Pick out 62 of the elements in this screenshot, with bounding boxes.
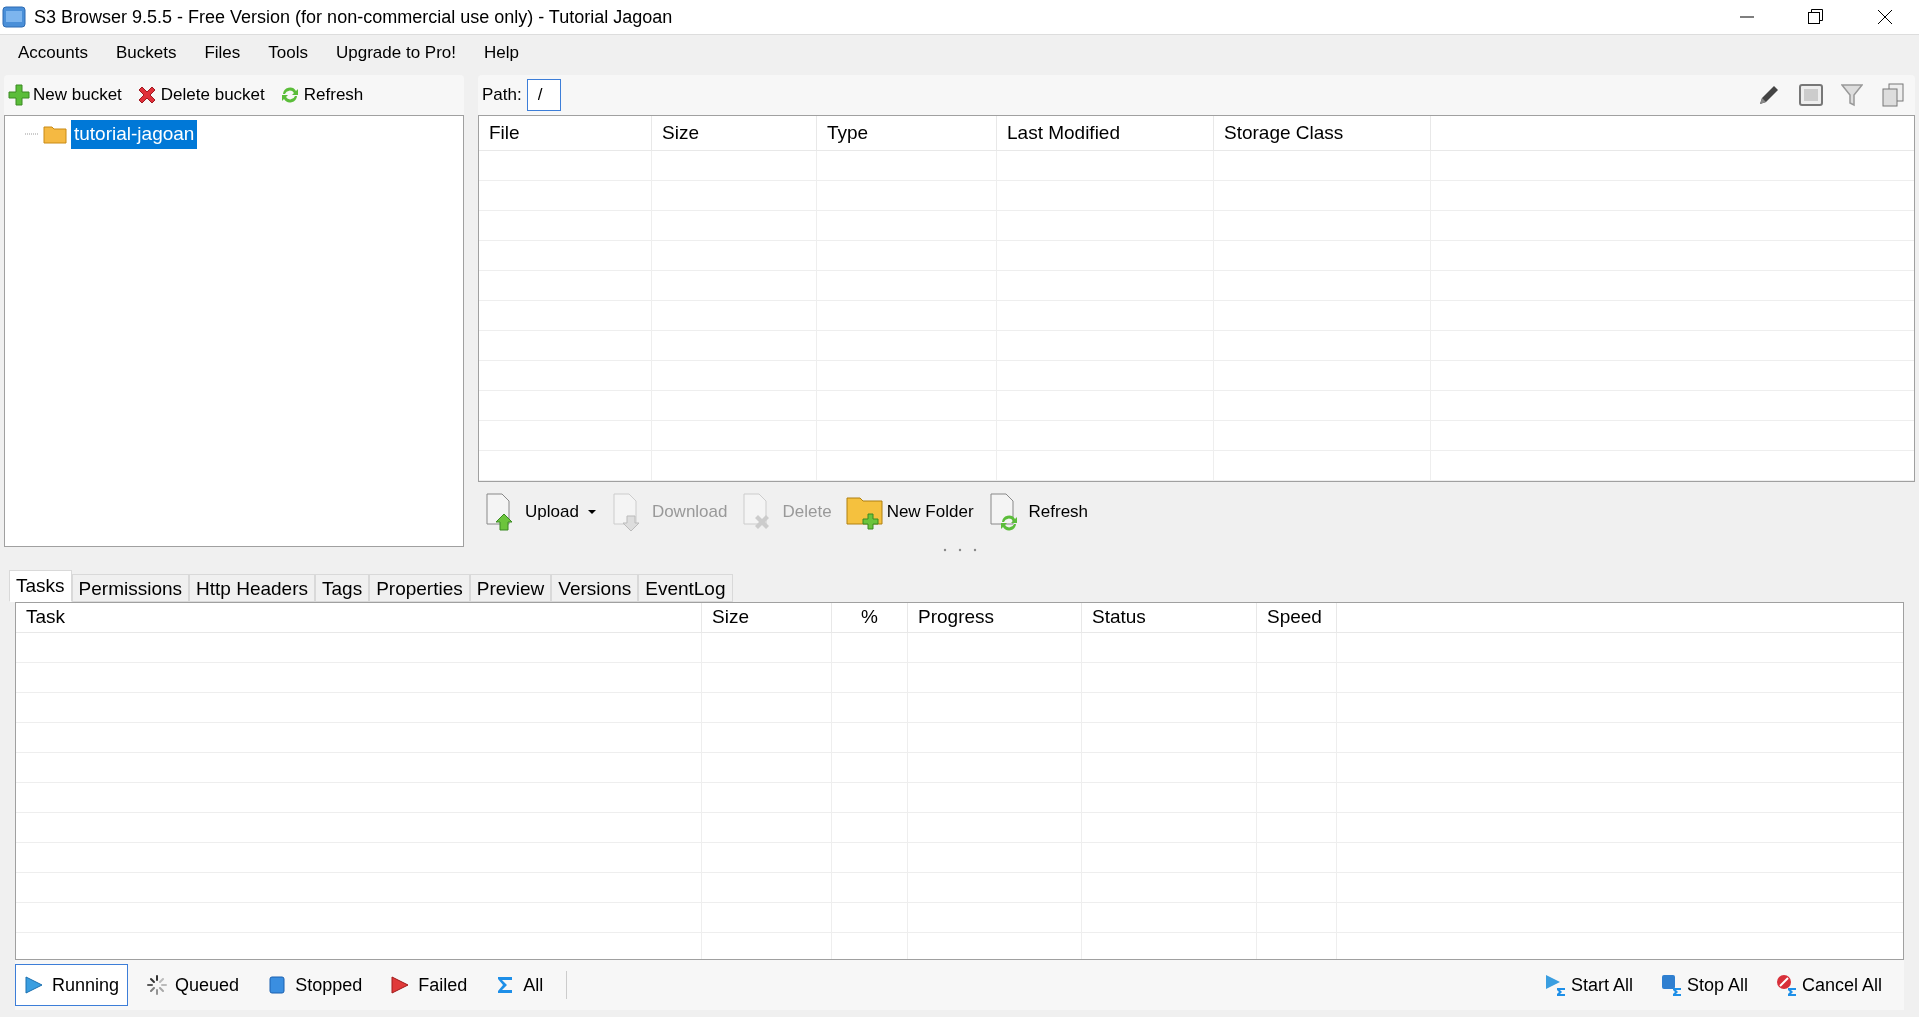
path-label: Path: bbox=[482, 84, 522, 107]
close-icon bbox=[1876, 9, 1893, 25]
column-header[interactable]: Speed bbox=[1257, 603, 1337, 632]
caret-icon bbox=[586, 508, 597, 515]
app-icon bbox=[2, 6, 26, 28]
play-icon bbox=[24, 975, 44, 995]
tab[interactable]: Versions bbox=[551, 574, 639, 602]
tab[interactable]: Properties bbox=[369, 574, 470, 602]
menu-item[interactable]: Help bbox=[474, 35, 529, 71]
tab[interactable]: Tags bbox=[315, 574, 370, 602]
column-header[interactable]: Status bbox=[1082, 603, 1257, 632]
column-header[interactable]: Last Modified bbox=[997, 116, 1214, 150]
cancel-all-button[interactable]: Cancel All bbox=[1775, 971, 1882, 999]
running-filter-button[interactable]: Running bbox=[15, 964, 129, 1006]
path-field[interactable]: / bbox=[526, 79, 561, 111]
menu-item[interactable]: Upgrade to Pro! bbox=[326, 35, 467, 71]
column-header[interactable]: % bbox=[832, 603, 908, 632]
failed-filter-button[interactable]: Failed bbox=[381, 964, 477, 1006]
stop-all-button[interactable]: Stop All bbox=[1660, 971, 1748, 999]
cancel-all-icon bbox=[1775, 973, 1798, 997]
stop-all-icon bbox=[1660, 973, 1683, 997]
start-all-icon bbox=[1544, 973, 1567, 997]
column-header[interactable]: Size bbox=[652, 116, 817, 150]
pencil-icon[interactable] bbox=[1757, 83, 1781, 107]
start-all-button[interactable]: Start All bbox=[1544, 971, 1633, 999]
queued-filter-button[interactable]: Queued bbox=[138, 964, 249, 1006]
tab[interactable]: Preview bbox=[469, 574, 552, 602]
play-icon bbox=[390, 975, 411, 995]
restore-icon bbox=[1807, 9, 1824, 25]
new-bucket-button[interactable]: New bucket bbox=[4, 75, 126, 115]
menu-item[interactable]: Buckets bbox=[105, 35, 187, 71]
spinner-icon bbox=[147, 975, 168, 995]
menu-item[interactable]: Accounts bbox=[8, 35, 98, 71]
stop-icon bbox=[267, 975, 288, 995]
plus-icon bbox=[8, 84, 30, 106]
refresh-button[interactable]: Refresh bbox=[987, 486, 1089, 537]
column-header[interactable]: Type bbox=[817, 116, 997, 150]
delete-bucket-button[interactable]: Delete bucket bbox=[131, 75, 269, 115]
stopped-filter-button[interactable]: Stopped bbox=[258, 964, 372, 1006]
tree-line-icon bbox=[25, 133, 39, 136]
tab[interactable]: Permissions bbox=[71, 574, 190, 602]
window-icon[interactable] bbox=[1799, 84, 1823, 106]
tree-item[interactable]: tutorial-jagoan bbox=[71, 120, 198, 149]
tab[interactable]: Http Headers bbox=[189, 574, 315, 602]
minimize-icon bbox=[1739, 16, 1754, 18]
column-header[interactable]: File bbox=[479, 116, 652, 150]
column-header[interactable]: Progress bbox=[908, 603, 1082, 632]
menu-item[interactable]: Tools bbox=[258, 35, 318, 71]
column-header[interactable]: Storage Class bbox=[1214, 116, 1431, 150]
tab[interactable]: Tasks bbox=[9, 570, 72, 602]
folder-icon bbox=[43, 124, 67, 145]
filter-icon[interactable] bbox=[1841, 83, 1863, 107]
tab[interactable]: EventLog bbox=[638, 574, 733, 602]
window-title: S3 Browser 9.5.5 - Free Version (for non-commercial use only) - Tutorial Jagoan bbox=[34, 5, 673, 29]
menu-item[interactable]: Files bbox=[194, 35, 251, 71]
upload-button[interactable]: Upload bbox=[484, 486, 597, 537]
column-header[interactable]: Task bbox=[16, 603, 702, 632]
copy-icon[interactable] bbox=[1881, 83, 1905, 107]
refresh-bucket-button[interactable]: Refresh bbox=[274, 75, 368, 115]
column-header[interactable]: Size bbox=[702, 603, 832, 632]
all-filter-button[interactable]: All bbox=[486, 964, 553, 1006]
folder-button[interactable]: New Folder bbox=[845, 486, 974, 537]
